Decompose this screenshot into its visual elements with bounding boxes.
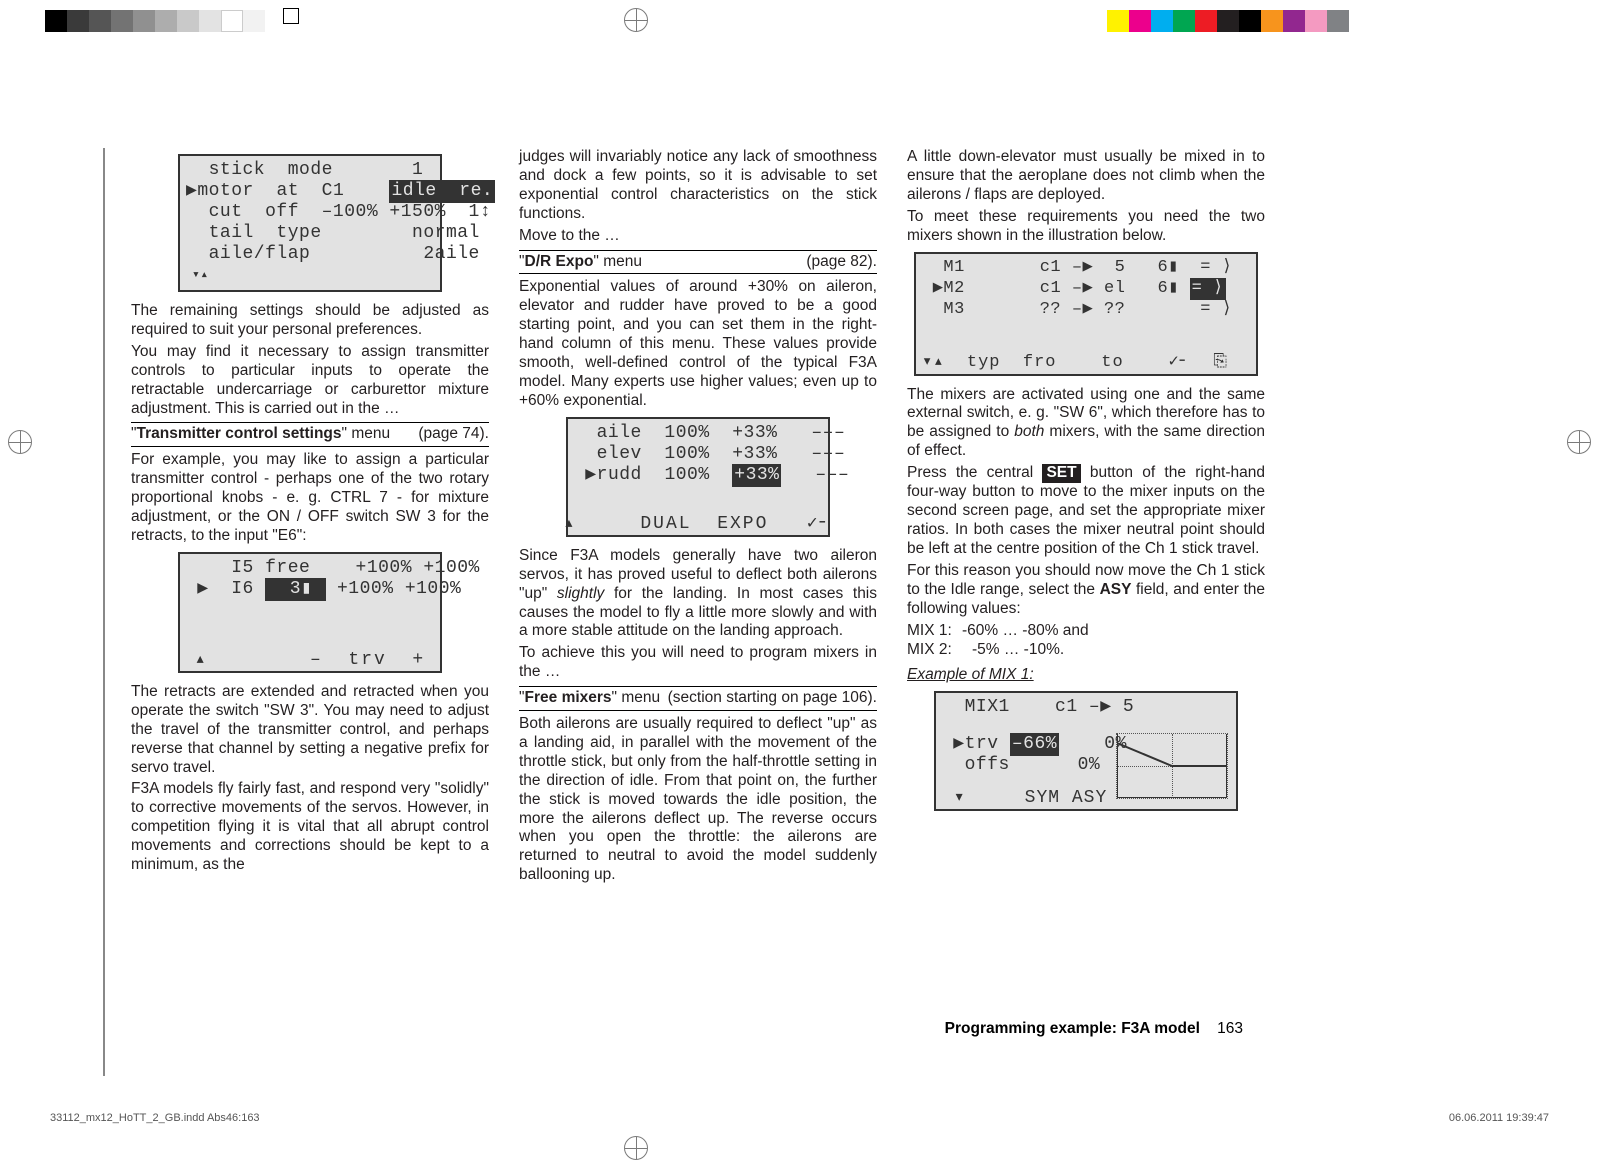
menu-reference: "Transmitter control settings" menu (pag… <box>131 422 489 447</box>
body-text: Move to the … <box>519 227 877 246</box>
registration-crosshair-icon <box>1567 430 1591 454</box>
body-text: To meet these requirements you need the … <box>907 208 1265 246</box>
lcd-footer: ▴ – trv + <box>180 650 440 671</box>
print-meta-timestamp: 06.06.2011 19:39:47 <box>1449 1112 1549 1124</box>
lcd-transmitter-control: I5 free +100% +100% ▶ I6 3▮ +100% +100% … <box>178 552 442 673</box>
lcd-row: elev 100% +33% ––– <box>568 444 828 465</box>
mix-value: -5% … -10%. <box>972 641 1064 660</box>
registration-crosshair-icon <box>624 1136 648 1160</box>
menu-reference: "D/R Expo" menu (page 82). <box>519 250 877 275</box>
lcd-row: I5 free +100% +100% <box>180 558 440 579</box>
lcd-free-mixers: M1 c1 –▶ 5 6▮ = ⟩ ▶M2 c1 –▶ el 6▮ = ⟩ M3… <box>914 252 1258 376</box>
lcd-row: aile/flap 2aile <box>180 244 440 265</box>
body-text: For this reason you should now move the … <box>907 562 1265 619</box>
lcd-row-selected: ▶rudd 100% +33% ––– <box>568 465 828 486</box>
lcd-row: M1 c1 –▶ 5 6▮ = ⟩ <box>916 258 1256 279</box>
menu-page: (page 82). <box>806 253 877 272</box>
page-content: stick mode 1 ▶motor at C1 idle re. cut o… <box>105 148 1265 1068</box>
menu-page: (page 74). <box>418 425 489 444</box>
lcd-mix1-curve: MIX1 c1 –▶ 5 ▶trv –66% 0% offs 0% ▾ SYM … <box>934 691 1238 811</box>
menu-name: "Free mixers" menu <box>519 689 660 708</box>
example-heading: Example of MIX 1: <box>907 666 1265 685</box>
body-text: For example, you may like to assign a pa… <box>131 451 489 546</box>
lcd-row: cut off –100% +150% 1↕ <box>180 202 440 223</box>
mix-value: -60% … -80% and <box>962 622 1089 641</box>
gutter-rule <box>103 148 105 1076</box>
body-text: The mixers are activated using one and t… <box>907 386 1265 462</box>
registration-crosshair-icon <box>8 430 32 454</box>
mix-label: MIX 1: <box>907 622 962 641</box>
body-text: A little down-elevator must usually be m… <box>907 148 1265 205</box>
mixer-curve-diagram <box>1116 733 1228 799</box>
lcd-row: stick mode 1 <box>180 160 440 181</box>
lcd-selected-value: = ⟩ <box>1190 278 1226 299</box>
lcd-row-selected: ▶ I6 3▮ +100% +100% <box>180 579 440 600</box>
curve-line-icon <box>1117 734 1227 798</box>
registration-swatches-left <box>45 10 265 32</box>
body-text: F3A models fly fairly fast, and respond … <box>131 780 489 875</box>
body-text: Press the central SET button of the righ… <box>907 464 1265 559</box>
page-number: 163 <box>1217 1020 1243 1037</box>
lcd-row: MIX1 c1 –▶ 5 <box>936 697 1236 718</box>
registration-swatches-right <box>1107 10 1349 32</box>
set-button-label: SET <box>1042 464 1080 483</box>
mix-label: MIX 2: <box>907 641 962 660</box>
lcd-selected-value: –66% <box>1010 733 1059 756</box>
body-text: To achieve this you will need to program… <box>519 644 877 682</box>
lcd-row: M3 ?? –▶ ?? = ⟩ <box>916 300 1256 321</box>
column-2: judges will invariably notice any lack o… <box>519 148 877 888</box>
lcd-dual-expo: aile 100% +33% ––– elev 100% +33% ––– ▶r… <box>566 417 830 537</box>
body-text: You may find it necessary to assign tran… <box>131 343 489 419</box>
page-footer: Programming example: F3A model 163 <box>945 1020 1243 1038</box>
column-1: stick mode 1 ▶motor at C1 idle re. cut o… <box>131 148 489 888</box>
menu-page: (section starting on page 106). <box>668 689 877 708</box>
lcd-selected-value: idle re. <box>389 180 495 203</box>
lcd-row-selected: ▶motor at C1 idle re. <box>180 181 440 202</box>
registration-crosshair-icon <box>624 8 648 32</box>
lcd-model-settings: stick mode 1 ▶motor at C1 idle re. cut o… <box>178 154 442 292</box>
body-text: judges will invariably notice any lack o… <box>519 148 877 224</box>
print-meta-filename: 33112_mx12_HoTT_2_GB.indd Abs46:163 <box>50 1112 260 1124</box>
mix-values: MIX 1:-60% … -80% and MIX 2: -5% … -10%. <box>907 622 1265 660</box>
lcd-footer: ▴ DUAL EXPO ✓╴ <box>568 514 828 535</box>
menu-name: "D/R Expo" menu <box>519 253 642 272</box>
lcd-footer-arrows: ▾▴ <box>180 265 440 286</box>
lcd-row: aile 100% +33% ––– <box>568 423 828 444</box>
footer-title: Programming example: F3A model <box>945 1020 1200 1037</box>
menu-name: "Transmitter control settings" menu <box>131 425 390 444</box>
lcd-selected-value: 3▮ <box>265 578 326 601</box>
body-text: Exponential values of around +30% on ail… <box>519 278 877 410</box>
body-text: Both ailerons are usually required to de… <box>519 715 877 885</box>
column-3: A little down-elevator must usually be m… <box>907 148 1265 888</box>
crop-mark-icon <box>283 8 299 24</box>
lcd-row-selected: ▶M2 c1 –▶ el 6▮ = ⟩ <box>916 279 1256 300</box>
body-text: Since F3A models generally have two aile… <box>519 547 877 642</box>
lcd-row: tail type normal <box>180 223 440 244</box>
menu-reference: "Free mixers" menu (section starting on … <box>519 686 877 711</box>
lcd-footer: ▾▴ typ fro to ✓╴ ⎘ <box>916 353 1256 374</box>
body-text: The remaining settings should be adjuste… <box>131 302 489 340</box>
lcd-selected-value: +33% <box>732 464 781 487</box>
body-text: The retracts are extended and retracted … <box>131 683 489 778</box>
